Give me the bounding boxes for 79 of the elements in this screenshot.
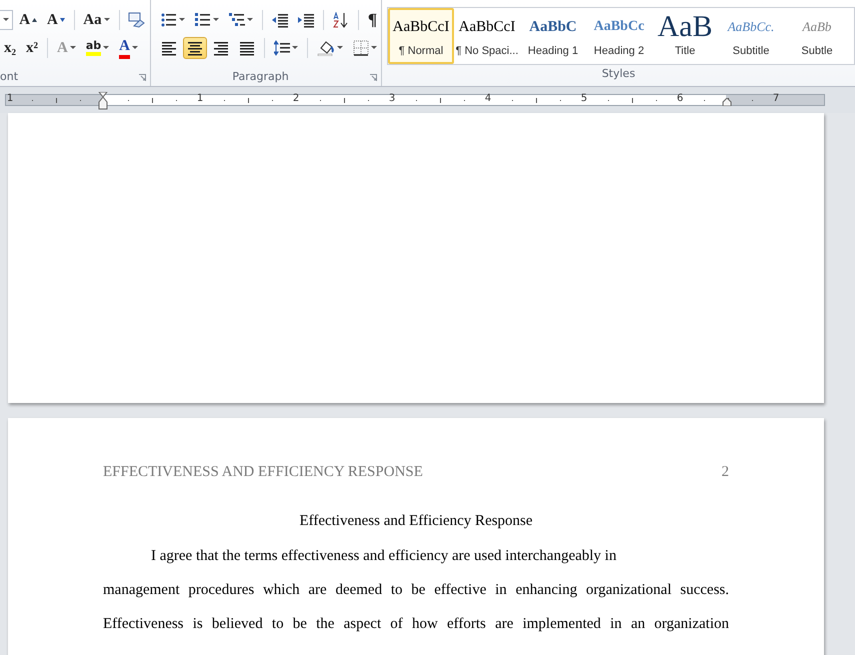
ruler-number: 6 [676, 93, 684, 104]
numbered-list-icon [195, 12, 211, 28]
caret-icon[interactable] [103, 46, 110, 50]
marks-button[interactable]: ¶ [364, 9, 381, 31]
style-preview: AaB [658, 14, 712, 40]
format-button[interactable]: A [115, 37, 142, 59]
caret-icon[interactable] [292, 46, 298, 50]
align-right-icon [213, 40, 229, 56]
style-preview: AaBb [802, 18, 832, 36]
group-label: Styles [600, 66, 636, 82]
running-header: EFFECTIVENESS AND EFFICIENCY RESPONSE [103, 464, 423, 481]
style-name: ¶ Normal [398, 45, 444, 57]
ruler-number: 2 [292, 93, 300, 104]
align-center-button[interactable] [183, 37, 207, 59]
caret-icon[interactable] [70, 46, 76, 50]
caret-icon[interactable] [104, 18, 110, 22]
ruler-number: 1 [6, 93, 14, 104]
caret-icon[interactable] [371, 46, 377, 50]
style-name: Title [674, 45, 696, 57]
style-name: Subtle [801, 45, 833, 57]
style-item[interactable]: AaBbCcI ¶ Normal [388, 8, 454, 64]
caret-icon[interactable] [213, 18, 219, 22]
style-name: ¶ No Spaci... [456, 45, 518, 57]
style-item[interactable]: AaB Title [652, 8, 718, 64]
align-left-icon [161, 40, 177, 56]
ruler-number: 1 [196, 93, 204, 104]
borders-icon [353, 40, 369, 56]
format-button[interactable]: Aa [79, 9, 114, 31]
style-name: Heading 2 [594, 45, 644, 57]
body-text-line: management procedures which are deemed to be effective in enhancing organizational success. [103, 582, 729, 599]
eraser-icon [128, 12, 146, 28]
style-item[interactable]: AaBbCc Heading 2 [586, 8, 652, 64]
style-preview: AaBbC [529, 18, 577, 37]
group-label: ont [0, 69, 20, 85]
style-item[interactable]: AaBbCc. Subtitle [718, 8, 784, 64]
body-text-line: Effectiveness is believed to be the aspect of how efforts are implemented in an organization [103, 616, 729, 633]
style-preview: AaBbCc [594, 18, 644, 36]
right-indent-marker-icon[interactable] [722, 98, 732, 106]
caret-icon[interactable] [3, 18, 10, 22]
style-item[interactable]: AaBbC Heading 1 [520, 8, 586, 64]
up-caret-icon [32, 18, 38, 22]
dialog-launcher-icon[interactable] [139, 74, 146, 80]
down-caret-icon [60, 18, 65, 22]
style-preview: AaBbCcI [458, 18, 516, 37]
page-number: 2 [722, 464, 729, 481]
ruler-number: 4 [484, 93, 492, 104]
ruler-number: 3 [388, 93, 396, 104]
format-button[interactable]: ab [82, 37, 114, 59]
increase-indent-icon [298, 12, 314, 28]
body-text-line: I agree that the terms effectiveness and efficiency are used interchangeably in [150, 548, 618, 565]
format-button[interactable]: A [15, 9, 42, 31]
style-name: Subtitle [732, 45, 770, 57]
multilevel-list-icon [229, 12, 245, 28]
style-name: Heading 1 [528, 45, 578, 57]
font-size-field[interactable] [0, 10, 14, 30]
format-button[interactable]: x² [22, 37, 42, 59]
group-label: Paragraph [231, 69, 290, 85]
format-button[interactable]: A [43, 9, 69, 31]
format-button[interactable]: x₂ [0, 37, 20, 59]
caret-icon[interactable] [337, 46, 343, 50]
indent-marker-icon[interactable] [98, 92, 108, 110]
caret-icon[interactable] [132, 46, 138, 50]
caret-icon[interactable] [247, 18, 253, 22]
align-center-icon [187, 40, 203, 56]
document-title: Effectiveness and Efficiency Response [299, 513, 533, 529]
line-spacing-icon [274, 40, 290, 56]
caret-icon[interactable] [179, 18, 185, 22]
bullet-list-icon [161, 12, 177, 28]
paint-bucket-icon [317, 40, 335, 56]
style-item[interactable]: AaBb Subtle [784, 8, 850, 64]
dialog-launcher-icon[interactable] [370, 74, 377, 80]
sort-icon [332, 12, 349, 28]
ruler-number: 5 [580, 93, 588, 104]
style-preview: AaBbCcI [392, 18, 450, 37]
decrease-indent-icon [272, 12, 288, 28]
style-preview: AaBbCc. [728, 18, 774, 36]
style-item[interactable]: AaBbCcI ¶ No Spaci... [454, 8, 520, 64]
justify-icon [239, 40, 255, 56]
ruler-number: 7 [772, 93, 780, 104]
